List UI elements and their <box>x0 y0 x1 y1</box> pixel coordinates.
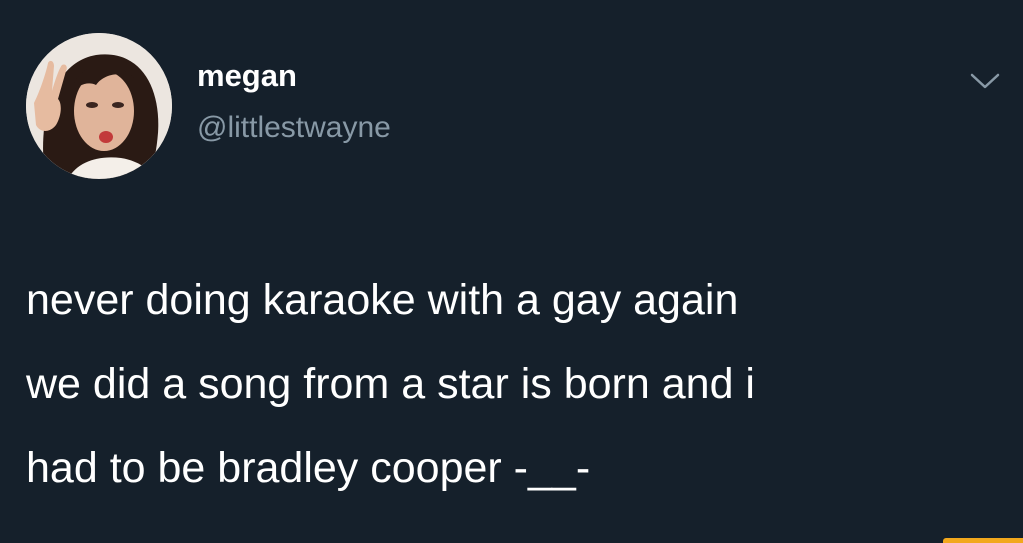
chevron-down-icon <box>970 73 1000 89</box>
profile-photo-icon <box>26 33 172 179</box>
tweet-text: never doing karaoke with a gay again we … <box>26 258 996 510</box>
tweet-text-line: never doing karaoke with a gay again <box>26 276 739 324</box>
watermark-mark <box>943 538 1023 543</box>
avatar[interactable] <box>26 33 172 179</box>
display-name[interactable]: megan <box>197 58 297 94</box>
user-handle[interactable]: @littlestwayne <box>197 110 391 146</box>
tweet-card: megan @littlestwayne never doing karaoke… <box>0 0 1023 543</box>
tweet-menu-button[interactable] <box>968 70 1002 92</box>
watermark <box>903 531 1023 543</box>
tweet-text-line: we did a song from a star is born and i <box>26 360 755 408</box>
tweet-text-line: had to be bradley cooper -__- <box>26 444 591 492</box>
